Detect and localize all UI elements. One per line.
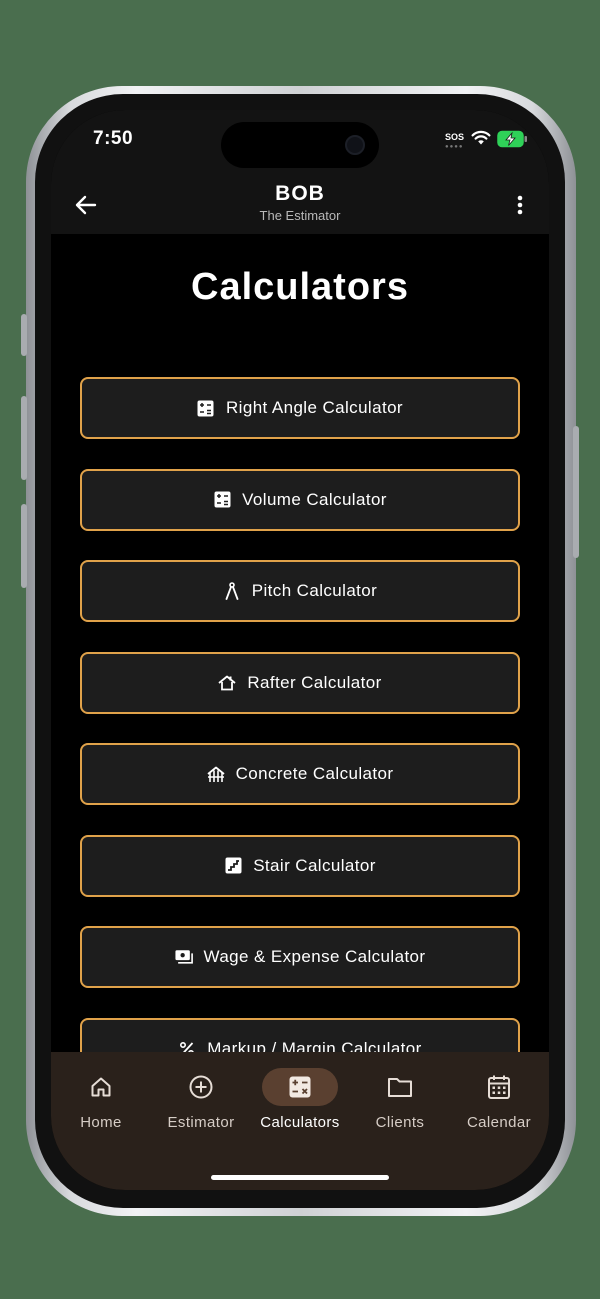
- home-indicator[interactable]: [211, 1175, 389, 1180]
- volume-calculator-button[interactable]: Volume Calculator: [80, 468, 520, 531]
- payments-icon: [174, 948, 193, 966]
- wage-expense-calculator-button[interactable]: Wage & Expense Calculator: [80, 926, 520, 988]
- power-button: [573, 426, 579, 558]
- calculator-list: Right Angle Calculator Volume Calculator…: [80, 377, 520, 1109]
- calculator-icon: [197, 399, 215, 417]
- calculator-label: Right Angle Calculator: [225, 398, 403, 417]
- app-bar: BOB The Estimator: [51, 180, 549, 234]
- battery-charging-icon: [497, 130, 527, 148]
- status-bar: 7:50 SOS ●●●●: [51, 110, 549, 180]
- pitch-calculator-button[interactable]: Pitch Calculator: [80, 560, 520, 622]
- nav-label-calendar: Calendar: [466, 1114, 532, 1131]
- nav-item-clients[interactable]: Clients: [350, 1068, 450, 1131]
- calculator-label: Rafter Calculator: [247, 672, 382, 692]
- compass-icon: [223, 582, 241, 600]
- calculator-label: Wage & Expense Calculator: [203, 947, 426, 966]
- camera-icon: [345, 135, 365, 155]
- right-angle-calculator-button[interactable]: Right Angle Calculator: [80, 377, 520, 439]
- action-button: [21, 314, 27, 356]
- more-vert-icon: [517, 195, 523, 215]
- sos-indicator: SOS: [445, 132, 465, 142]
- calculator-label: Volume Calculator: [242, 489, 387, 509]
- add-circle-icon: [189, 1075, 213, 1099]
- status-time: 7:50: [93, 128, 134, 149]
- volume-down-button: [21, 504, 27, 588]
- nav-label-calculators: Calculators: [260, 1114, 340, 1131]
- calculator-icon: [213, 491, 231, 509]
- app-screen: 7:50 SOS ●●●● BOB The Estimator Calculat…: [51, 110, 549, 1190]
- nav-item-home[interactable]: Home: [51, 1068, 151, 1131]
- foundation-icon: [207, 765, 225, 783]
- signal-dots: ●●●●: [445, 144, 464, 150]
- more-options-button[interactable]: [507, 188, 533, 222]
- calculator-icon: [289, 1076, 311, 1098]
- app-title: BOB: [275, 182, 325, 205]
- home-icon: [91, 1077, 111, 1097]
- nav-item-estimator[interactable]: Estimator: [151, 1068, 251, 1131]
- stairs-icon: [224, 857, 242, 875]
- calculator-label: Concrete Calculator: [235, 764, 394, 783]
- concrete-calculator-button[interactable]: Concrete Calculator: [80, 743, 520, 805]
- calculator-label: Stair Calculator: [253, 855, 376, 875]
- folder-icon: [388, 1078, 412, 1097]
- nav-label-clients: Clients: [375, 1114, 425, 1131]
- bottom-navigation: Home Estimator Calculators Clients Calen…: [51, 1052, 549, 1190]
- calculator-label: Pitch Calculator: [251, 581, 378, 600]
- roof-icon: [218, 674, 236, 692]
- nav-item-calculators[interactable]: Calculators: [250, 1068, 350, 1131]
- nav-item-calendar[interactable]: Calendar: [449, 1068, 549, 1131]
- calendar-icon: [488, 1075, 510, 1099]
- page-title: Calculators: [191, 266, 409, 308]
- dynamic-island: [221, 122, 379, 168]
- nav-label-home: Home: [80, 1114, 122, 1131]
- app-subtitle: The Estimator: [259, 208, 341, 223]
- nav-label-estimator: Estimator: [167, 1114, 235, 1131]
- stair-calculator-button[interactable]: Stair Calculator: [80, 834, 520, 897]
- rafter-calculator-button[interactable]: Rafter Calculator: [80, 651, 520, 714]
- wifi-icon: [471, 130, 491, 145]
- volume-up-button: [21, 396, 27, 480]
